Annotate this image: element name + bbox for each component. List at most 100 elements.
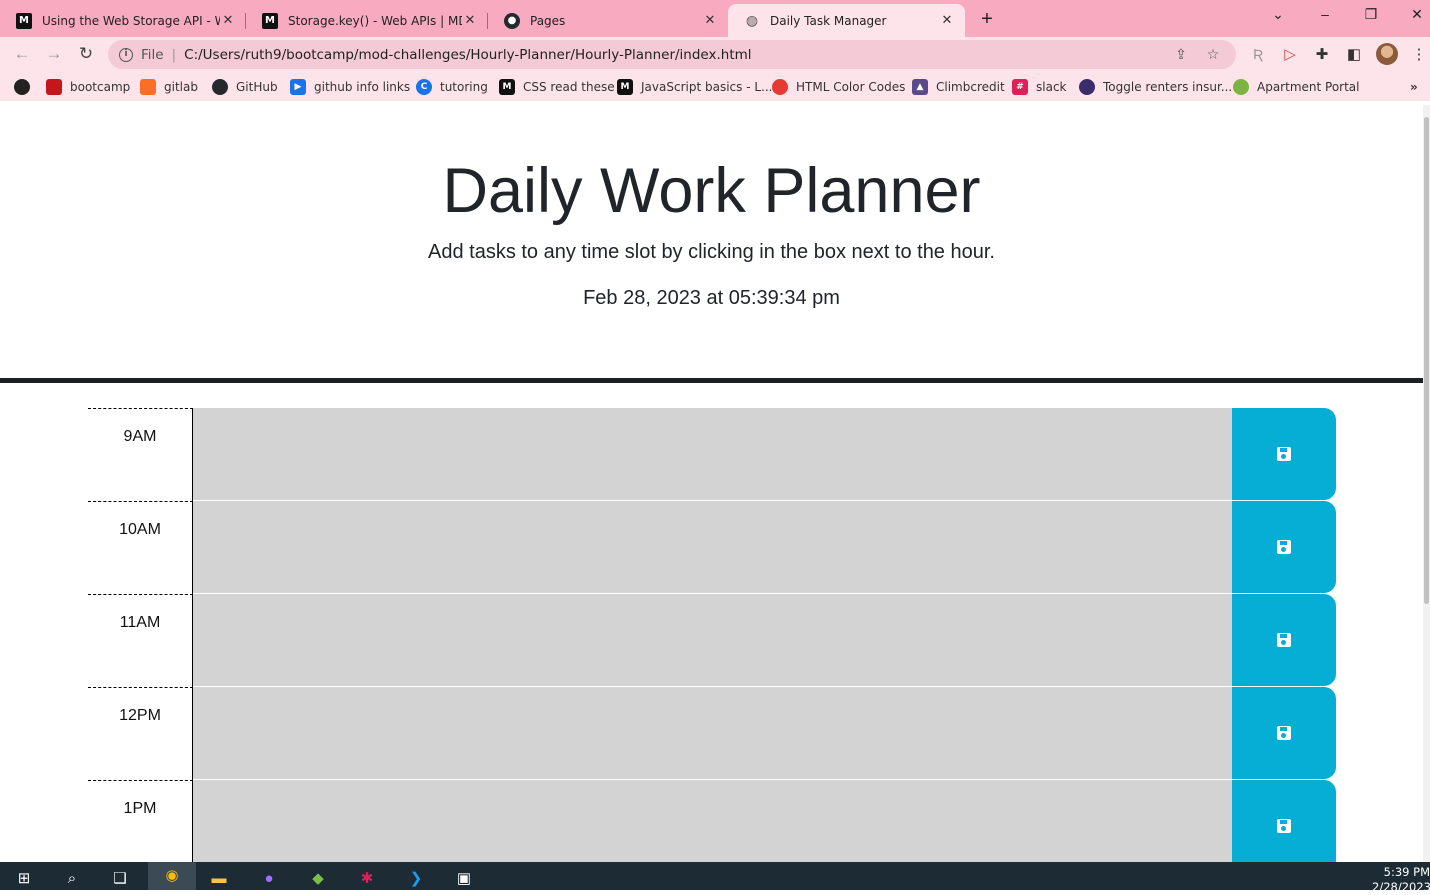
tab-title: Using the Web Storage API - Wel (42, 13, 220, 28)
scrollbar-thumb[interactable] (1424, 117, 1429, 604)
save-button[interactable] (1232, 501, 1336, 593)
back-button[interactable]: ← (11, 43, 33, 65)
address-bar[interactable]: i File | C:/Users/ruth9/bootcamp/mod-cha… (108, 40, 1236, 69)
github-desktop-icon[interactable]: ● (258, 868, 280, 890)
bookmark-item[interactable]: M CSS read these (499, 78, 615, 95)
browser-tab[interactable]: M Using the Web Storage API - Wel ✕ (0, 4, 246, 37)
close-icon[interactable]: ✕ (220, 13, 236, 28)
color-codes-icon (772, 78, 788, 95)
terminal-icon[interactable]: ▣ (453, 868, 475, 890)
bookmark-item[interactable]: gitlab (140, 78, 198, 95)
globe-icon (14, 78, 30, 95)
chrome-icon[interactable]: ◉ (148, 862, 196, 890)
task-description[interactable] (193, 780, 1232, 862)
bookmark-item[interactable]: M JavaScript basics - L... (617, 78, 772, 95)
star-icon[interactable]: ☆ (1204, 47, 1222, 63)
clock-date: 2/28/2023 (1372, 880, 1430, 894)
save-button[interactable] (1232, 780, 1336, 862)
reload-button[interactable]: ↻ (75, 43, 97, 65)
task-description[interactable] (193, 594, 1232, 687)
time-block: 9AM (88, 408, 1336, 501)
save-button[interactable] (1232, 594, 1336, 686)
task-description[interactable] (193, 687, 1232, 780)
github-icon (212, 78, 228, 95)
hour-label: 11AM (88, 594, 193, 687)
toggle-icon (1079, 78, 1095, 95)
slack-icon[interactable]: ✱ (356, 868, 378, 890)
bookmarks-bar: bootcamp gitlab GitHub ▶ github info lin… (0, 72, 1430, 101)
github-icon: ● (504, 12, 520, 29)
more-bookmarks-icon[interactable]: » (1410, 78, 1418, 95)
bookmark-item[interactable]: HTML Color Codes (772, 78, 905, 95)
mdn-icon: M (499, 78, 515, 95)
browser-tab-active[interactable]: ◍ Daily Task Manager ✕ (728, 4, 965, 37)
bookmark-item[interactable]: Apartment Portal (1233, 78, 1360, 95)
minimize-button[interactable]: – (1315, 6, 1335, 22)
file-explorer-icon[interactable]: ▬ (208, 868, 230, 890)
time-block: 11AM (88, 594, 1336, 687)
menu-icon[interactable]: ⋮ (1409, 45, 1429, 65)
restore-button[interactable]: ❐ (1361, 6, 1381, 23)
save-icon (1277, 540, 1291, 554)
forward-button[interactable]: → (43, 43, 65, 65)
url-text[interactable]: C:/Users/ruth9/bootcamp/mod-challenges/H… (184, 47, 1172, 63)
slack-icon: # (1012, 78, 1028, 95)
info-icon[interactable]: i (119, 47, 133, 62)
tab-strip: M Using the Web Storage API - Wel ✕ M St… (0, 0, 1430, 37)
extension-icon[interactable]: Ʀ (1248, 45, 1268, 65)
close-icon[interactable]: ✕ (939, 13, 955, 28)
bookmark-label: gitlab (164, 79, 198, 94)
bookmark-item[interactable]: Toggle renters insur... (1079, 78, 1232, 95)
bookmark-item[interactable]: C tutoring (416, 78, 488, 95)
taskbar: ⊞ ⌕ ❑ ◉ ▬ ● ◆ ✱ ❯ ▣ 5:39 PM 2/28/2023 (0, 862, 1430, 894)
bookmark-label: Toggle renters insur... (1103, 79, 1233, 94)
bookmark-item[interactable]: ▶ github info links (290, 78, 410, 95)
play-icon: ▶ (290, 78, 306, 95)
tab-search-icon[interactable]: ⌄ (1268, 6, 1288, 23)
save-button[interactable] (1232, 687, 1336, 779)
bookmark-label: tutoring (440, 79, 488, 94)
side-panel-icon[interactable]: ◧ (1344, 45, 1364, 65)
share-icon[interactable]: ⇪ (1172, 47, 1190, 63)
bookmark-item[interactable]: GitHub (212, 78, 278, 95)
bookmark-home[interactable] (14, 78, 38, 95)
puzzle-icon[interactable]: ✚ (1312, 45, 1332, 65)
bookmark-item[interactable]: # slack (1012, 78, 1067, 95)
system-clock[interactable]: 5:39 PM 2/28/2023 (1372, 865, 1430, 895)
browser-tab[interactable]: ● Pages ✕ (488, 4, 728, 37)
page-content: Daily Work Planner Add tasks to any time… (0, 105, 1423, 862)
save-icon (1277, 726, 1291, 740)
vscode-icon[interactable]: ❯ (405, 868, 427, 890)
new-tab-button[interactable]: + (976, 8, 998, 31)
task-description[interactable] (193, 408, 1232, 501)
url-scheme: File (141, 46, 164, 63)
time-block: 12PM (88, 687, 1336, 780)
save-button[interactable] (1232, 408, 1336, 500)
cast-extension-icon[interactable]: ▷ (1280, 45, 1300, 65)
mdn-icon: M (262, 12, 278, 29)
browser-tab[interactable]: M Storage.key() - Web APIs | MDN ✕ (246, 4, 488, 37)
hour-label: 1PM (88, 780, 193, 862)
bookmark-item[interactable]: bootcamp (46, 78, 130, 95)
time-block: 10AM (88, 501, 1336, 594)
task-view-icon[interactable]: ❑ (109, 868, 131, 890)
close-icon[interactable]: ✕ (462, 13, 478, 28)
git-icon[interactable]: ◆ (307, 868, 329, 890)
task-description[interactable] (193, 501, 1232, 594)
bootcamp-icon (46, 78, 62, 95)
close-icon[interactable]: ✕ (702, 13, 718, 28)
tab-title: Daily Task Manager (770, 13, 887, 28)
search-icon[interactable]: ⌕ (61, 868, 83, 890)
bookmark-label: github info links (314, 79, 411, 94)
scrollbar[interactable] (1423, 105, 1430, 862)
clock-time: 5:39 PM (1383, 865, 1430, 879)
apartment-icon (1233, 78, 1249, 95)
bookmark-item[interactable]: ▲ Climbcredit (912, 78, 1005, 95)
close-window-button[interactable]: ✕ (1407, 6, 1427, 23)
avatar[interactable] (1376, 43, 1398, 65)
tab-title: Pages (530, 13, 566, 28)
bookmark-label: bootcamp (70, 79, 131, 94)
windows-start-icon[interactable]: ⊞ (13, 868, 35, 890)
hour-label: 9AM (88, 408, 193, 501)
page-title: Daily Work Planner (442, 156, 981, 226)
